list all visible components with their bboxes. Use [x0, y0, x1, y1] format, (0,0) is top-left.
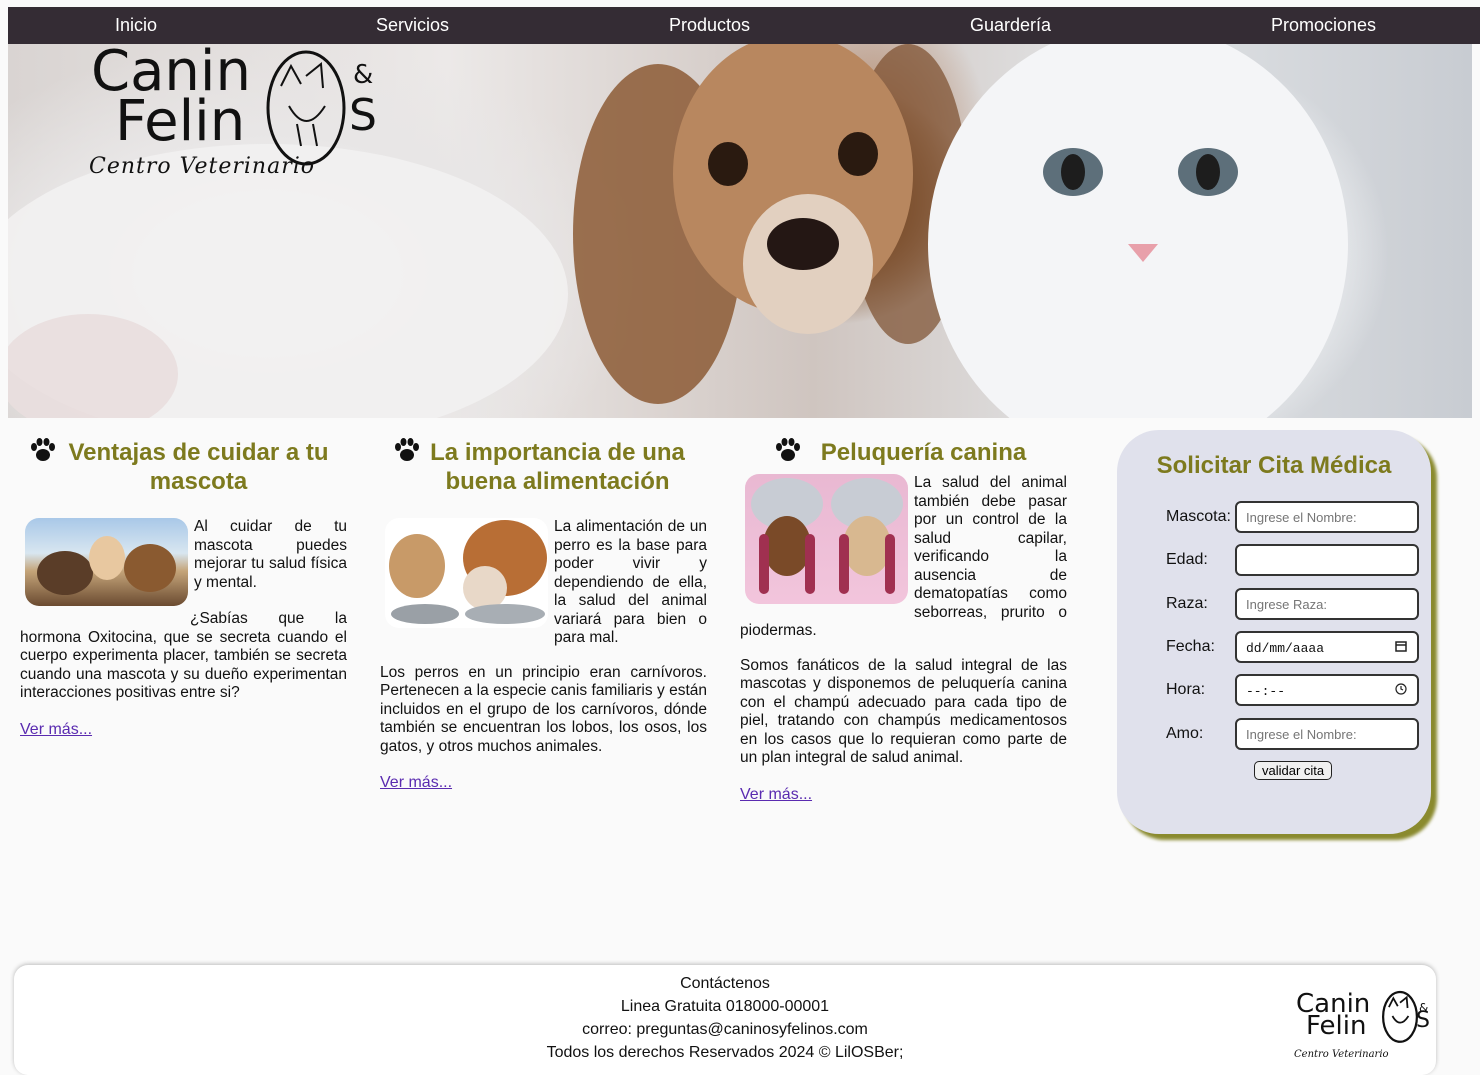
- nav-guarderia[interactable]: Guardería: [970, 15, 1051, 36]
- paw-icon: [776, 438, 800, 461]
- ver-mas-link[interactable]: Ver más...: [740, 786, 812, 803]
- edad-label: Edad:: [1166, 551, 1208, 568]
- fecha-value: dd/mm/aaaa: [1246, 641, 1325, 656]
- raza-label: Raza:: [1166, 595, 1208, 612]
- raza-input[interactable]: [1235, 588, 1419, 620]
- footer-logo-line2: Felin: [1306, 1011, 1367, 1041]
- logo-tagline: Centro Veterinario: [89, 154, 316, 179]
- article-text-2: ¿Sabías que la hormona Oxitocina, que se…: [20, 610, 347, 701]
- fecha-label: Fecha:: [1166, 638, 1215, 655]
- fecha-input[interactable]: dd/mm/aaaa: [1235, 631, 1419, 663]
- footer-contact-heading: Contáctenos: [680, 975, 770, 992]
- hero-banner: Canin Felin & S Centro Veterinario: [8, 44, 1472, 418]
- article-title: Ventajas de cuidar a tu mascota: [68, 439, 329, 495]
- paw-icon: [395, 438, 419, 461]
- mascota-label: Mascota:: [1166, 508, 1231, 525]
- nav-servicios[interactable]: Servicios: [376, 15, 449, 36]
- article-image-dog-cat-bowls: [385, 518, 548, 628]
- ver-mas-link[interactable]: Ver más...: [20, 721, 92, 738]
- article-image-dogs-hairdryers: [745, 474, 908, 604]
- paw-icon: [31, 438, 55, 461]
- logo-s: S: [349, 90, 377, 141]
- amo-label: Amo:: [1166, 725, 1204, 742]
- footer-logo-s: S: [1416, 1008, 1430, 1033]
- calendar-icon[interactable]: [1395, 640, 1407, 652]
- edad-input[interactable]: [1235, 544, 1419, 576]
- nav-inicio[interactable]: Inicio: [115, 15, 157, 36]
- article-alimentacion: La importancia de una buena alimentación…: [380, 438, 707, 793]
- article-text-2: Somos fanáticos de la salud integral de …: [740, 656, 1067, 767]
- validar-cita-button[interactable]: validar cita: [1254, 761, 1333, 780]
- article-image-child-dogs: [25, 518, 188, 606]
- article-peluqueria: Peluquería canina La salud del animal ta…: [740, 438, 1067, 804]
- article-text-2: Los perros en un principio eran carnívor…: [380, 663, 707, 755]
- ver-mas-link[interactable]: Ver más...: [380, 774, 452, 791]
- article-title: La importancia de una buena alimentación: [430, 439, 685, 495]
- hora-value: --:--: [1246, 684, 1286, 699]
- footer-email: correo: preguntas@caninosyfelinos.com: [582, 1021, 868, 1038]
- hora-label: Hora:: [1166, 681, 1206, 698]
- clock-icon[interactable]: [1395, 683, 1407, 695]
- nav-promociones[interactable]: Promociones: [1271, 15, 1376, 36]
- hora-input[interactable]: --:--: [1235, 674, 1419, 706]
- article-cuidar-mascota: Ventajas de cuidar a tu mascota Al cuida…: [20, 438, 347, 739]
- form-title: Solicitar Cita Médica: [1156, 452, 1392, 479]
- footer-logo[interactable]: Canin Felin & S Centro Veterinario: [1294, 989, 1434, 1060]
- brand-logo[interactable]: Canin Felin & S Centro Veterinario: [83, 44, 383, 194]
- amo-input[interactable]: [1235, 718, 1419, 750]
- footer-logo-tagline: Centro Veterinario: [1294, 1049, 1389, 1060]
- mascota-input[interactable]: [1235, 501, 1419, 533]
- footer: Contáctenos Linea Gratuita 018000-00001 …: [14, 965, 1436, 1075]
- dog-cat-emblem-icon: [266, 50, 346, 166]
- dog-cat-emblem-icon: [1382, 990, 1418, 1043]
- top-nav: Inicio Servicios Productos Guardería Pro…: [8, 7, 1480, 44]
- logo-ampersand: &: [353, 60, 374, 90]
- footer-phone: Linea Gratuita 018000-00001: [620, 998, 830, 1015]
- logo-line2: Felin: [115, 89, 246, 154]
- nav-productos[interactable]: Productos: [669, 15, 750, 36]
